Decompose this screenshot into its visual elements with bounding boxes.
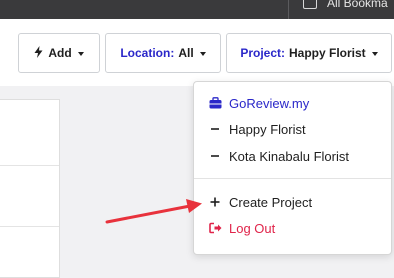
menu-item-label: Happy Florist (229, 121, 306, 137)
menu-item-label: Log Out (229, 220, 276, 236)
menu-divider (194, 178, 391, 179)
menu-item-label: Create Project (229, 194, 313, 210)
add-button[interactable]: Add (18, 33, 100, 73)
plus-icon (208, 197, 222, 207)
location-label: Location: (120, 46, 175, 60)
menu-item-create-project[interactable]: Create Project (208, 193, 312, 211)
chevron-down-icon (199, 51, 206, 56)
dash-icon (208, 124, 222, 134)
browser-bar: All Bookma (0, 0, 394, 19)
menu-item-goreview[interactable]: GoReview.my (208, 94, 309, 112)
menu-item-label: GoReview.my (229, 95, 310, 111)
project-value: Happy Florist (289, 46, 366, 60)
chevron-down-icon (77, 51, 84, 56)
add-button-label: Add (48, 46, 72, 60)
menu-item-label: Kota Kinabalu Florist (229, 148, 349, 164)
menu-item-log-out[interactable]: Log Out (208, 219, 275, 237)
project-menu: GoReview.my Happy Florist Kota Kinabalu … (193, 81, 392, 255)
row-divider (0, 226, 59, 227)
location-dropdown[interactable]: Location: All (105, 33, 221, 73)
dash-icon (208, 151, 222, 161)
toolbar-separator (288, 0, 289, 19)
briefcase-icon (208, 97, 222, 109)
project-label: Project: (240, 46, 285, 60)
chevron-down-icon (371, 51, 378, 56)
location-value: All (178, 46, 194, 60)
row-divider (0, 165, 59, 166)
folder-icon[interactable] (303, 0, 317, 9)
all-bookmarks-label[interactable]: All Bookma (327, 0, 388, 10)
logout-icon (208, 222, 222, 234)
project-dropdown[interactable]: Project: Happy Florist (226, 33, 392, 73)
content-panel (0, 99, 60, 278)
menu-item-happy-florist[interactable]: Happy Florist (208, 120, 306, 138)
menu-item-kota-kinabalu-florist[interactable]: Kota Kinabalu Florist (208, 147, 349, 165)
bolt-icon (34, 45, 43, 61)
